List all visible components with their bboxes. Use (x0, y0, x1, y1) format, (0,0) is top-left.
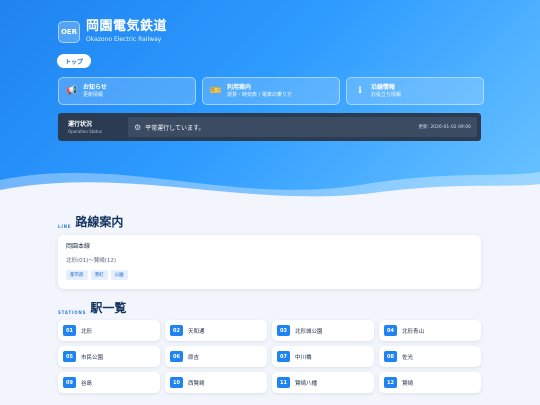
site-subtitle: Okazono Electric Railway (86, 36, 162, 43)
operation-updated-time: 更新: 2026-01-02 09:06 (418, 125, 472, 130)
operation-status-subtitle: Operation Status (68, 128, 102, 134)
station-name: 中川橋 (295, 354, 312, 361)
station-name: 賢崎八幡 (295, 380, 318, 387)
menu-guide[interactable]: 🎫 利用案内 運賃・時刻表 / 電車の乗り方 (202, 77, 340, 105)
station-name: 賢崎 (402, 380, 414, 387)
line-tag: 港町 (90, 270, 108, 280)
station-item[interactable]: 07 中川橋 (272, 346, 374, 367)
station-number: 03 (277, 325, 290, 336)
wave-decoration (0, 172, 540, 215)
menu-subtitle: 更新情報 (83, 91, 104, 98)
station-name: 天和通 (188, 328, 205, 335)
line-tag: 公園 (110, 270, 128, 280)
station-number: 02 (170, 325, 183, 336)
station-number: 01 (63, 325, 76, 336)
gear-icon: ⚙ (134, 122, 142, 132)
info-icon: ℹ (358, 86, 362, 96)
line-route: 北形(01)〜賢崎(12) (66, 258, 117, 264)
station-item[interactable]: 04 北形青山 (379, 320, 481, 341)
station-number: 08 (384, 351, 397, 362)
station-number: 10 (170, 377, 183, 388)
station-number: 11 (277, 377, 290, 388)
station-name: 北形青山 (402, 328, 425, 335)
megaphone-icon: 📢 (66, 86, 78, 96)
section-label-en: STATIONS (58, 310, 87, 315)
station-name: 北形 (81, 328, 93, 335)
station-name: 西賢崎 (188, 380, 205, 387)
brand[interactable]: OER 岡園電気鉄道 Okazono Electric Railway (58, 20, 167, 43)
station-number: 04 (384, 325, 397, 336)
line-tag: 都市部 (66, 270, 88, 280)
station-item[interactable]: 02 天和通 (165, 320, 267, 341)
line-card[interactable]: 岡園本線 北形(01)〜賢崎(12) 都市部 港町 公園 (58, 235, 481, 289)
line-tags: 都市部 港町 公園 (66, 270, 473, 280)
station-number: 06 (170, 351, 183, 362)
station-item[interactable]: 09 谷島 (58, 372, 160, 393)
menu-subtitle: お役立ち情報 (371, 91, 402, 98)
station-name: 原吉 (188, 354, 200, 361)
station-item[interactable]: 06 原吉 (165, 346, 267, 367)
station-item[interactable]: 11 賢崎八幡 (272, 372, 374, 393)
station-number: 12 (384, 377, 397, 388)
station-item[interactable]: 08 佐光 (379, 346, 481, 367)
line-section-heading: LINE 路線案内 (58, 213, 123, 230)
station-name: 佐光 (402, 354, 414, 361)
station-name: 谷島 (81, 380, 93, 387)
operation-status-bar[interactable]: 運行状況 Operation Status ⚙ 平常運行しています。 更新: 2… (58, 113, 481, 141)
station-number: 09 (63, 377, 76, 388)
section-label-en: LINE (58, 224, 72, 229)
station-item[interactable]: 03 北形城公園 (272, 320, 374, 341)
menu-subtitle: 運賃・時刻表 / 電車の乗り方 (227, 91, 292, 98)
menu-title: 沿線情報 (371, 83, 396, 91)
station-number: 05 (63, 351, 76, 362)
nav-top-button[interactable]: トップ (57, 54, 92, 68)
station-list: 01 北形 02 天和通 03 北形城公園 04 北形青山 05 市民公園 06 原吉 07… (58, 320, 481, 393)
section-title: 駅一覧 (90, 301, 127, 315)
station-item[interactable]: 12 賢崎 (379, 372, 481, 393)
section-title: 路線案内 (75, 215, 124, 229)
operation-status-panel: ⚙ 平常運行しています。 更新: 2026-01-02 09:06 (128, 117, 477, 137)
ticket-icon: 🎫 (210, 86, 222, 96)
station-item[interactable]: 05 市民公園 (58, 346, 160, 367)
line-name: 岡園本線 (66, 243, 91, 250)
station-name: 北形城公園 (295, 328, 323, 335)
site-title: 岡園電気鉄道 (86, 19, 168, 34)
station-number: 07 (277, 351, 290, 362)
main-menu: 📢 お知らせ 更新情報 🎫 利用案内 運賃・時刻表 / 電車の乗り方 ℹ 沿線情… (58, 77, 484, 105)
menu-title: 利用案内 (227, 83, 252, 91)
station-item[interactable]: 10 西賢崎 (165, 372, 267, 393)
menu-news[interactable]: 📢 お知らせ 更新情報 (58, 77, 196, 105)
station-section-heading: STATIONS 駅一覧 (58, 299, 126, 316)
operation-status-message: 平常運行しています。 (145, 124, 205, 132)
station-item[interactable]: 01 北形 (58, 320, 160, 341)
menu-title: お知らせ (83, 83, 107, 91)
logo[interactable]: OER (58, 20, 80, 43)
station-name: 市民公園 (81, 354, 104, 361)
menu-area-info[interactable]: ℹ 沿線情報 お役立ち情報 (346, 77, 484, 105)
operation-status-title: 運行状況 (68, 120, 93, 128)
